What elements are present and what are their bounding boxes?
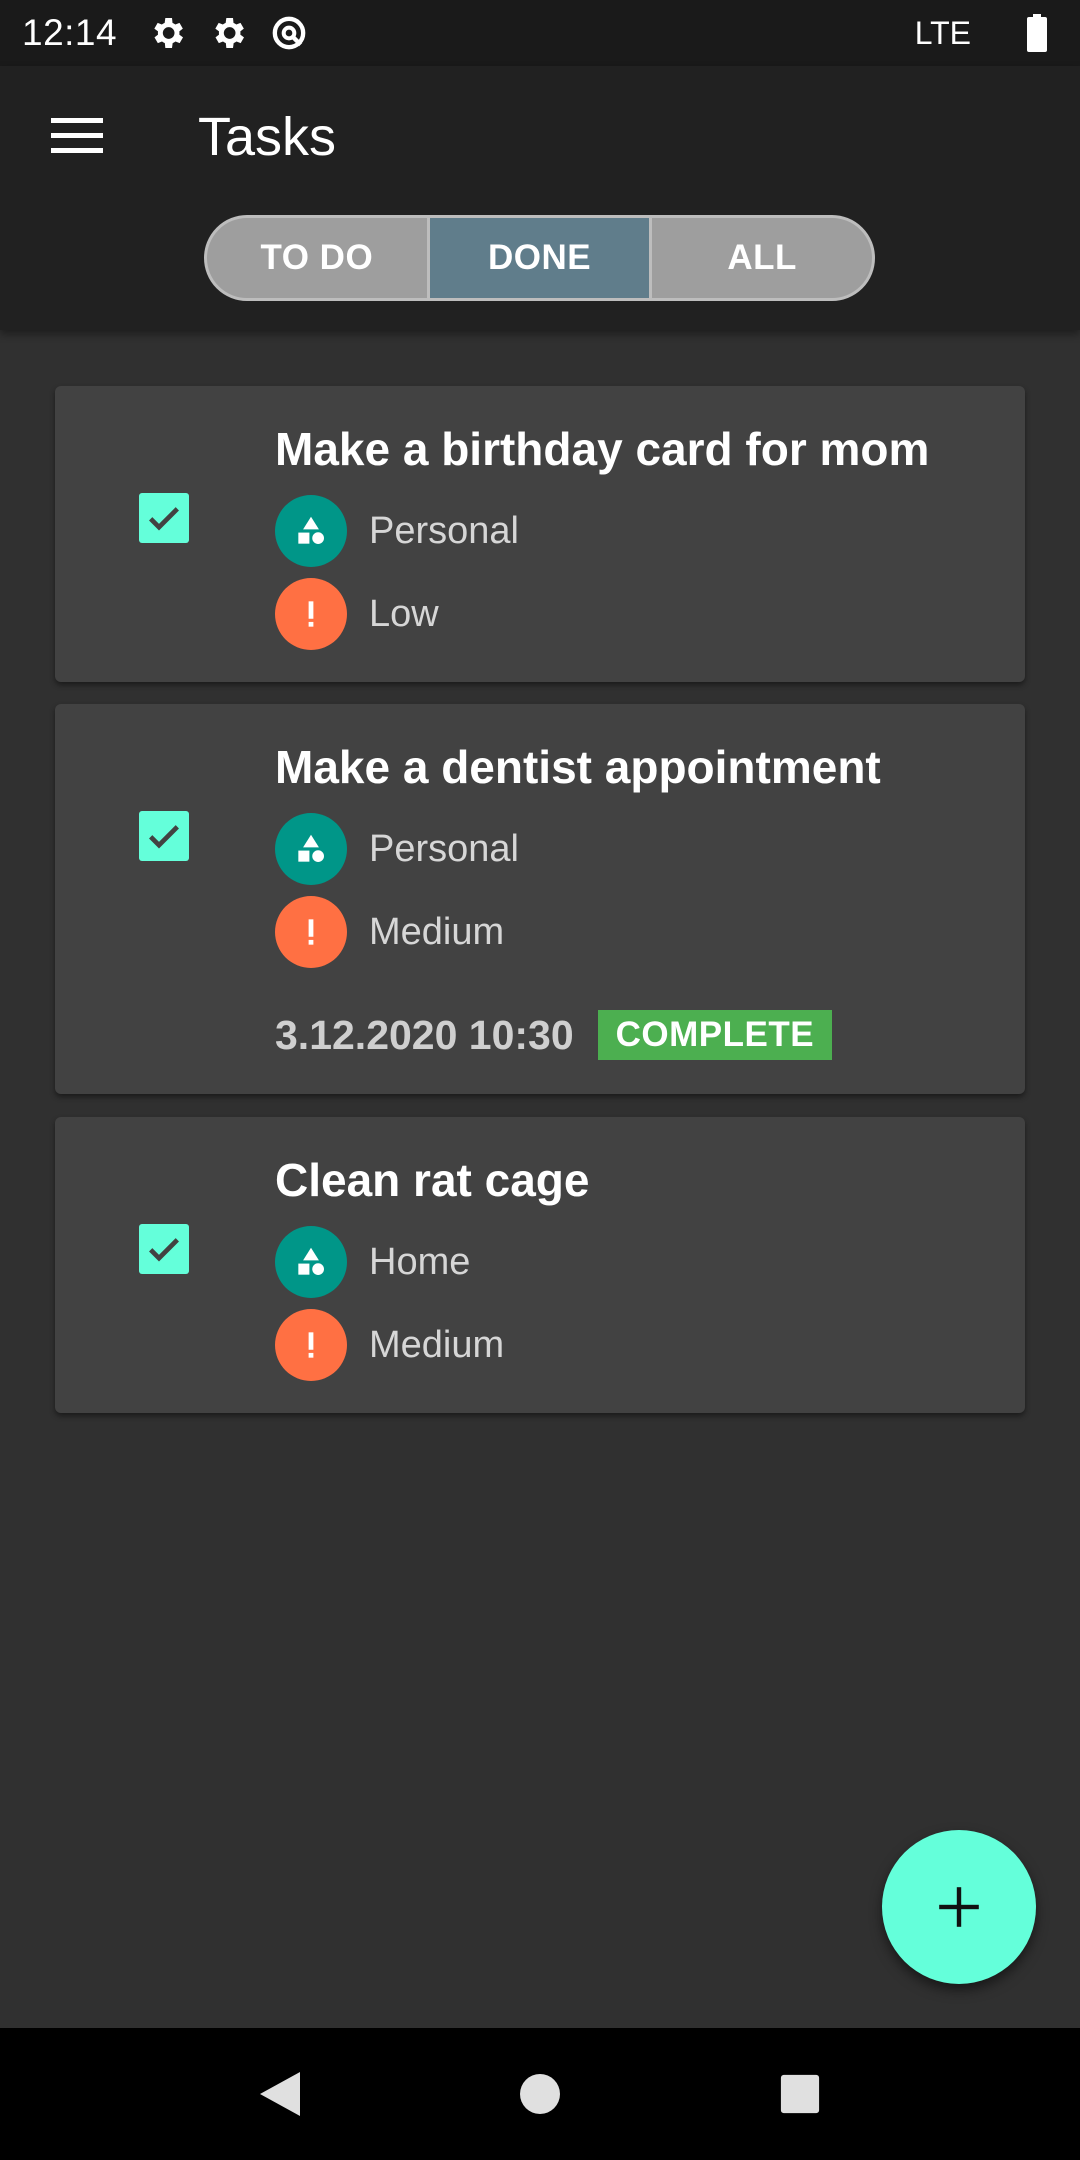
recents-icon — [780, 2074, 820, 2114]
priority-label: Medium — [369, 910, 505, 953]
settings-icon — [208, 13, 248, 53]
settings-icon — [147, 13, 187, 53]
back-button[interactable] — [250, 2064, 310, 2124]
tab-done[interactable]: DONE — [429, 218, 653, 298]
task-priority: Low — [275, 578, 439, 650]
task-card[interactable]: Clean rat cage Home Medium — [55, 1117, 1025, 1413]
app-bar: Tasks TO DO DONE ALL — [0, 66, 1080, 330]
task-priority: Medium — [275, 1309, 504, 1381]
category-shapes-icon — [275, 495, 347, 567]
priority-label: Medium — [369, 1323, 505, 1366]
tab-all[interactable]: ALL — [652, 218, 872, 298]
priority-label: Low — [369, 592, 439, 635]
status-time: 12:14 — [22, 12, 118, 53]
task-category: Personal — [275, 495, 519, 567]
task-category: Personal — [275, 813, 519, 885]
home-button[interactable] — [510, 2064, 570, 2124]
system-nav-bar — [0, 2028, 1080, 2160]
task-card[interactable]: Make a dentist appointment Personal Medi… — [55, 704, 1025, 1094]
task-checkbox[interactable] — [139, 811, 189, 861]
priority-exclamation-icon — [275, 1309, 347, 1381]
priority-exclamation-icon — [275, 896, 347, 968]
status-badge: COMPLETE — [597, 1010, 833, 1060]
category-label: Personal — [369, 827, 519, 870]
category-shapes-icon — [275, 1226, 347, 1298]
task-priority: Medium — [275, 896, 504, 968]
task-due: 3.12.2020 10:30 COMPLETE — [275, 1010, 833, 1060]
task-category: Home — [275, 1226, 470, 1298]
check-icon — [149, 825, 179, 849]
task-title: Make a dentist appointment — [275, 741, 881, 793]
battery-icon — [1026, 14, 1048, 52]
task-card[interactable]: Make a birthday card for mom Personal Lo… — [55, 386, 1025, 682]
task-title: Make a birthday card for mom — [275, 423, 930, 475]
tab-to-do[interactable]: TO DO — [207, 218, 430, 298]
home-icon — [520, 2074, 560, 2114]
check-icon — [149, 1238, 179, 1262]
filter-segmented-control: TO DO DONE ALL — [204, 215, 875, 301]
recents-button[interactable] — [770, 2064, 830, 2124]
back-icon — [260, 2072, 300, 2116]
menu-button[interactable] — [44, 110, 110, 162]
task-checkbox[interactable] — [139, 493, 189, 543]
data-saver-icon — [269, 13, 309, 53]
category-shapes-icon — [275, 813, 347, 885]
page-title: Tasks — [198, 107, 337, 167]
plus-icon — [939, 1887, 979, 1927]
menu-icon — [51, 118, 103, 153]
network-type: LTE — [914, 14, 971, 51]
category-label: Home — [369, 1240, 471, 1283]
priority-exclamation-icon — [275, 578, 347, 650]
task-checkbox[interactable] — [139, 1224, 189, 1274]
category-label: Personal — [369, 509, 519, 552]
due-datetime: 3.12.2020 10:30 — [275, 1011, 574, 1058]
task-title: Clean rat cage — [275, 1154, 590, 1206]
add-task-button[interactable] — [882, 1830, 1036, 1984]
check-icon — [149, 507, 179, 531]
status-bar: 12:14 LTE — [0, 0, 1080, 66]
